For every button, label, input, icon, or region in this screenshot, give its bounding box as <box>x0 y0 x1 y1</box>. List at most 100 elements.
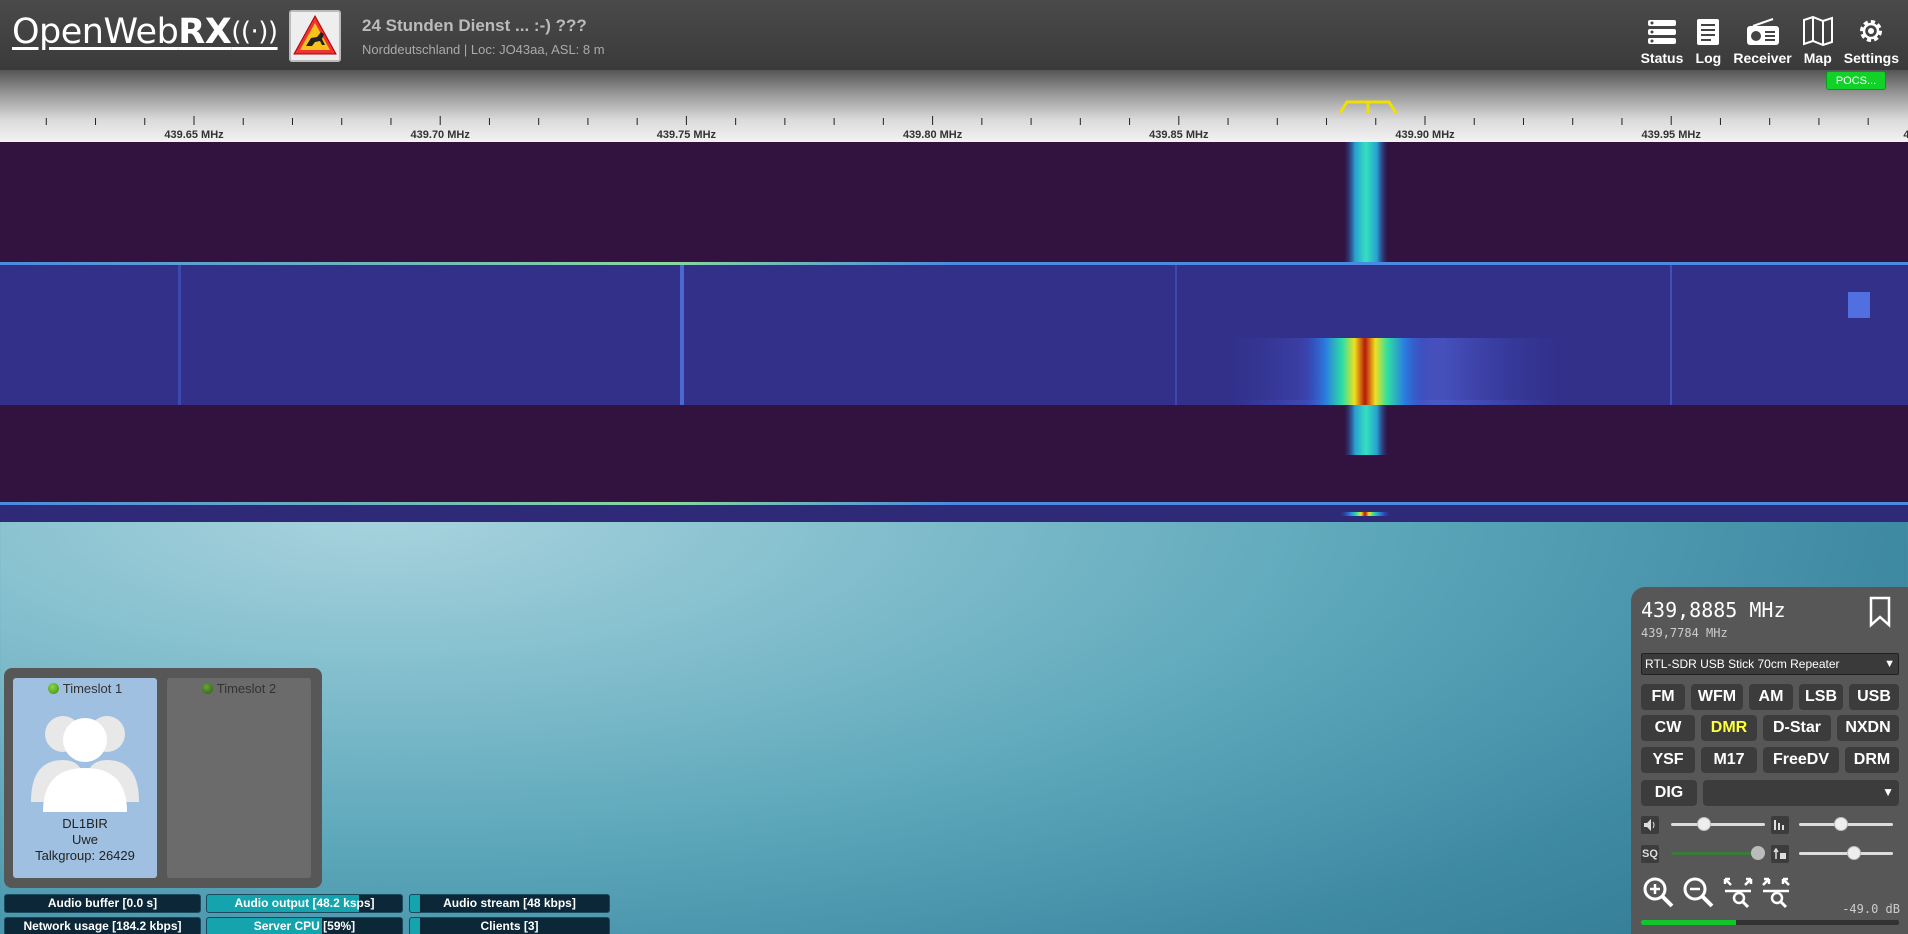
passband-marker[interactable] <box>1338 100 1398 114</box>
receiver-title: 24 Stunden Dienst ... :-) ??? <box>362 16 587 35</box>
noise-reduction-slider-knob[interactable] <box>1834 817 1849 831</box>
dmr-panel: Timeslot 1 DL1BIR Uwe Talkgroup: 26429 T… <box>4 668 322 888</box>
receiver-avatar[interactable] <box>289 10 341 62</box>
log-button[interactable]: Log <box>1688 10 1728 66</box>
mute-button[interactable] <box>1641 816 1659 834</box>
log-label: Log <box>1695 50 1722 66</box>
scale-label: 440. <box>1903 129 1908 141</box>
timeslot-2-led-icon <box>201 683 213 694</box>
top-bar: OpenWebRX((·)) 24 Stunden Dienst ... :-)… <box>0 0 1908 70</box>
chevron-down-icon: ▼ <box>1882 785 1894 799</box>
timeslot-1: Timeslot 1 DL1BIR Uwe Talkgroup: 26429 <box>13 678 157 878</box>
clients-fill <box>410 918 420 934</box>
audio-output-bar[interactable]: Audio output [48.2 ksps] <box>206 894 403 913</box>
timeslot-1-label: Timeslot 1 <box>62 681 123 696</box>
receiver-button[interactable]: Receiver <box>1728 10 1796 66</box>
talkgroup: Talkgroup: 26429 <box>35 848 135 863</box>
mode-drm-button[interactable]: DRM <box>1845 747 1899 773</box>
smeter-value: -49.0 dB <box>1842 902 1900 916</box>
gear-icon <box>1860 20 1883 42</box>
mode-dmr-button[interactable]: DMR <box>1701 715 1757 741</box>
mode-am-button[interactable]: AM <box>1749 684 1793 710</box>
radio-icon <box>1746 18 1779 45</box>
audio-buffer-label: Audio buffer [0.0 s] <box>47 896 158 910</box>
waterfall-display[interactable] <box>0 142 1908 522</box>
audio-stream-bar[interactable]: Audio stream [48 kbps] <box>409 894 610 913</box>
network-usage-label: Network usage [184.2 kbps] <box>23 919 182 933</box>
mode-usb-button[interactable]: USB <box>1849 684 1899 710</box>
warning-sign-icon <box>293 14 337 55</box>
clients-bar[interactable]: Clients [3] <box>409 917 610 934</box>
volume-slider-knob[interactable] <box>1696 817 1711 831</box>
status-icon <box>1647 20 1676 44</box>
zoom-to-selection-button[interactable] <box>1721 875 1755 909</box>
status-button[interactable]: Status <box>1636 10 1689 66</box>
settings-button[interactable]: Settings <box>1839 10 1904 66</box>
profile-select-value: RTL-SDR USB Stick 70cm Repeater <box>1645 657 1840 671</box>
mode-nxdn-button[interactable]: NXDN <box>1837 715 1899 741</box>
volume-slider[interactable] <box>1671 823 1765 826</box>
zoom-out-button[interactable] <box>1681 875 1715 909</box>
mode-dstar-button[interactable]: D-Star <box>1763 715 1831 741</box>
audio-stream-fill <box>410 895 420 912</box>
bookmark-pocsag[interactable]: POCS... <box>1826 71 1886 90</box>
server-cpu-bar[interactable]: Server CPU [59%] <box>206 917 403 934</box>
squelch-button[interactable]: SQ <box>1641 845 1659 863</box>
openwebrx-logo[interactable]: OpenWebRX((·)) <box>12 12 278 52</box>
receiver-panel: 439,8885 MHz 439,7784 MHz RTL-SDR USB St… <box>1631 587 1908 934</box>
status-label: Status <box>1640 50 1684 66</box>
scale-ticks: 439.65 MHz 439.70 MHz 439.75 MHz 439.80 MHz… <box>45 100 1908 141</box>
receiver-label: Receiver <box>1733 50 1792 66</box>
zoom-full-button[interactable] <box>1759 875 1793 909</box>
bookmark-icon <box>1869 596 1891 628</box>
audio-output-label: Audio output [48.2 ksps] <box>234 896 375 910</box>
scale-label: 439.75 MHz <box>657 129 717 141</box>
bookmark-button[interactable] <box>1867 596 1893 633</box>
network-usage-bar[interactable]: Network usage [184.2 kbps] <box>4 917 201 934</box>
log-icon <box>1697 19 1720 45</box>
scale-label: 439.90 MHz <box>1395 129 1455 141</box>
waterfall-graphic <box>0 142 1908 522</box>
mode-wfm-button[interactable]: WFM <box>1691 684 1743 710</box>
mode-lsb-button[interactable]: LSB <box>1799 684 1843 710</box>
timeslot-2-label: Timeslot 2 <box>216 681 277 696</box>
mode-dig-button[interactable]: DIG <box>1641 780 1697 806</box>
frequency-scale[interactable]: 439.65 MHz 439.70 MHz 439.75 MHz 439.80 MHz… <box>0 70 1908 142</box>
smeter-fill <box>1641 920 1737 925</box>
gain-button[interactable] <box>1771 845 1789 863</box>
map-icon <box>1802 16 1833 46</box>
chevron-down-icon: ▼ <box>1884 658 1895 670</box>
zoom-full-icon <box>1762 877 1790 909</box>
mode-ysf-button[interactable]: YSF <box>1641 747 1695 773</box>
server-cpu-label: Server CPU [59%] <box>253 919 356 933</box>
mode-freedv-button[interactable]: FreeDV <box>1763 747 1839 773</box>
mode-m17-button[interactable]: M17 <box>1701 747 1757 773</box>
noise-reduction-button[interactable] <box>1771 816 1789 834</box>
zoom-out-icon <box>1683 877 1714 908</box>
mode-cw-button[interactable]: CW <box>1641 715 1695 741</box>
digital-mode-select[interactable]: ▼ <box>1703 780 1899 806</box>
operator-name: Uwe <box>71 832 98 847</box>
squelch-slider-knob[interactable] <box>1751 846 1766 860</box>
settings-label: Settings <box>1843 50 1899 66</box>
audio-buffer-bar[interactable]: Audio buffer [0.0 s] <box>4 894 201 913</box>
audio-stream-label: Audio stream [48 kbps] <box>443 896 576 910</box>
mode-fm-button[interactable]: FM <box>1641 684 1685 710</box>
scale-label: 439.80 MHz <box>903 129 963 141</box>
scale-label: 439.95 MHz <box>1642 129 1702 141</box>
scale-label: 439.85 MHz <box>1149 129 1209 141</box>
noise-reduction-icon <box>1774 820 1784 830</box>
callsign: DL1BIR <box>62 816 108 831</box>
zoom-in-button[interactable] <box>1641 875 1675 909</box>
zoom-in-icon <box>1643 877 1674 908</box>
smeter-bar <box>1641 920 1899 925</box>
map-button[interactable]: Map <box>1797 10 1839 66</box>
frequency-display[interactable]: 439,8885 MHz <box>1641 598 1786 622</box>
map-label: Map <box>1803 50 1832 66</box>
gain-slider-knob[interactable] <box>1846 846 1861 860</box>
scale-label: 439.70 MHz <box>411 129 471 141</box>
zoom-selection-icon <box>1723 877 1753 909</box>
offset-frequency-display: 439,7784 MHz <box>1641 626 1728 640</box>
top-nav: Status Log Receiver Map Settings <box>1636 10 1904 66</box>
profile-select[interactable]: RTL-SDR USB Stick 70cm Repeater ▼ <box>1641 653 1899 675</box>
